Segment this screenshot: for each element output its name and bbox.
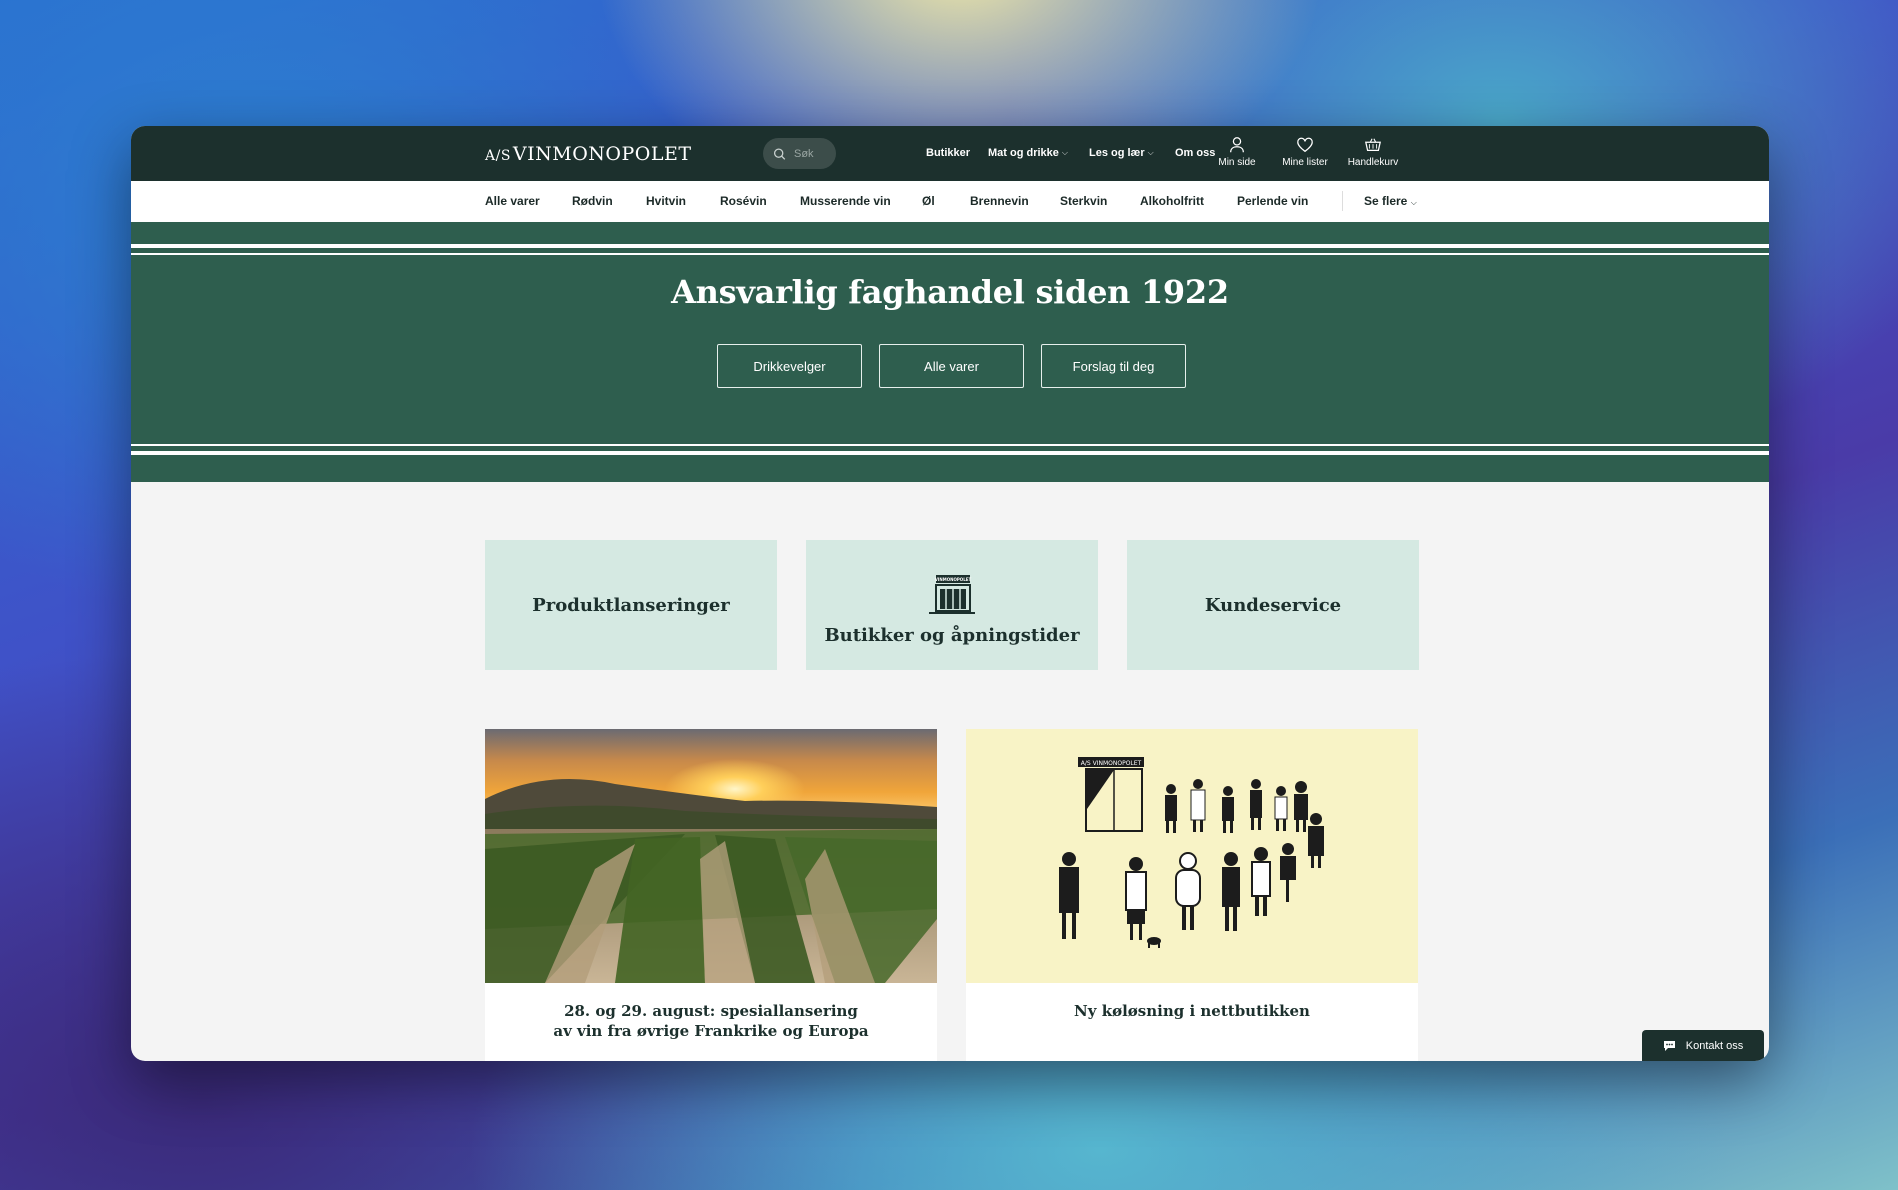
queue-illustration-image: A/S VINMONOPOLET: [966, 729, 1418, 983]
icon-label: Min side: [1218, 157, 1256, 168]
card-label: Butikker og åpningstider: [824, 624, 1080, 646]
forslag-til-deg-button[interactable]: Forslag til deg: [1041, 344, 1186, 388]
logo-text: VINMONOPOLET: [512, 143, 692, 165]
hero-stripe: [131, 444, 1769, 446]
browser-window: A/SVINMONOPOLET Butikker Mat og drikke⌵ …: [131, 126, 1769, 1061]
category-se-flere[interactable]: Se flere ⌵: [1364, 194, 1417, 208]
nav-label: Mat og drikke: [988, 147, 1059, 159]
category-hvitvin[interactable]: Hvitvin: [646, 194, 686, 208]
category-perlende-vin[interactable]: Perlende vin: [1237, 194, 1308, 208]
search-icon: [773, 147, 786, 160]
icon-label: Mine lister: [1282, 157, 1328, 168]
user-icon: [1230, 137, 1244, 153]
hero-banner: Ansvarlig faghandel siden 1922 Drikkevel…: [131, 222, 1769, 482]
vineyard-sunset-image: [485, 729, 937, 983]
category-musserende-vin[interactable]: Musserende vin: [800, 194, 891, 208]
search-box[interactable]: [763, 138, 836, 169]
article-title-line: 28. og 29. august: spesiallansering: [564, 1002, 858, 1020]
store-sign: VINMONOPOLET: [935, 577, 972, 582]
article-card-spesiallansering[interactable]: 28. og 29. august: spesiallansering av v…: [485, 729, 937, 1061]
category-brennevin[interactable]: Brennevin: [970, 194, 1029, 208]
search-input[interactable]: [792, 146, 836, 161]
contact-button[interactable]: Kontakt oss: [1642, 1030, 1764, 1061]
article-title-line: av vin fra øvrige Frankrike og Europa: [553, 1022, 869, 1040]
category-sterkvin[interactable]: Sterkvin: [1060, 194, 1107, 208]
nav-mat-og-drikke[interactable]: Mat og drikke ⌵: [988, 147, 1068, 159]
chevron-down-icon: ⌵: [1147, 148, 1154, 157]
handlekurv-button[interactable]: Handlekurv: [1338, 136, 1408, 168]
hero-stripe: [131, 253, 1769, 255]
drikkevelger-button[interactable]: Drikkevelger: [717, 344, 862, 388]
store-icon: VINMONOPOLET: [929, 574, 975, 614]
category-bar: Alle varer Rødvin Hvitvin Rosévin Musser…: [131, 181, 1769, 222]
hero-stripe: [131, 244, 1769, 248]
category-alle-varer[interactable]: Alle varer: [485, 194, 540, 208]
card-butikker[interactable]: VINMONOPOLET Butikker og åpningstider: [806, 540, 1098, 670]
hero-stripe: [131, 451, 1769, 455]
mine-lister-button[interactable]: Mine lister: [1270, 136, 1340, 168]
nav-label: Butikker: [926, 147, 971, 159]
article-title[interactable]: 28. og 29. august: spesiallansering av v…: [485, 1001, 937, 1041]
chevron-down-icon: ⌵: [1410, 198, 1417, 207]
hero-title: Ansvarlig faghandel siden 1922: [671, 273, 1229, 311]
basket-icon: [1365, 138, 1381, 152]
top-bar: A/SVINMONOPOLET Butikker Mat og drikke⌵ …: [131, 126, 1769, 181]
nav-butikker[interactable]: Butikker: [926, 147, 970, 159]
min-side-button[interactable]: Min side: [1202, 136, 1272, 168]
logo[interactable]: A/S VINMONOPOLET: [485, 143, 692, 165]
card-label: Produktlanseringer: [532, 594, 730, 616]
category-ol[interactable]: Øl: [922, 194, 935, 208]
category-alkoholfritt[interactable]: Alkoholfritt: [1140, 194, 1204, 208]
heart-icon: [1297, 137, 1313, 153]
category-rodvin[interactable]: Rødvin: [572, 194, 613, 208]
chat-icon: [1663, 1040, 1675, 1051]
nav-label: Les og lær: [1089, 147, 1145, 159]
illustration-sign: A/S VINMONOPOLET: [1081, 760, 1142, 767]
article-title[interactable]: Ny køløsning i nettbutikken: [966, 1001, 1418, 1021]
contact-label: Kontakt oss: [1685, 1039, 1744, 1052]
divider: [1342, 191, 1343, 211]
logo-mark: A/S: [485, 148, 511, 164]
category-rosevin[interactable]: Rosévin: [720, 194, 767, 208]
card-produktlanseringer[interactable]: Produktlanseringer: [485, 540, 777, 670]
card-kundeservice[interactable]: Kundeservice: [1127, 540, 1419, 670]
card-label: Kundeservice: [1204, 594, 1342, 616]
se-flere-label: Se flere: [1364, 194, 1408, 208]
nav-les-og-laer[interactable]: Les og lær ⌵: [1089, 147, 1154, 159]
icon-label: Handlekurv: [1347, 157, 1399, 168]
article-card-kolosning[interactable]: A/S VINMONOPOLET Ny køløsning i nettbuti…: [966, 729, 1418, 1061]
article-title-line: Ny køløsning i nettbutikken: [1074, 1002, 1310, 1020]
chevron-down-icon: ⌵: [1061, 148, 1068, 157]
alle-varer-button[interactable]: Alle varer: [879, 344, 1024, 388]
